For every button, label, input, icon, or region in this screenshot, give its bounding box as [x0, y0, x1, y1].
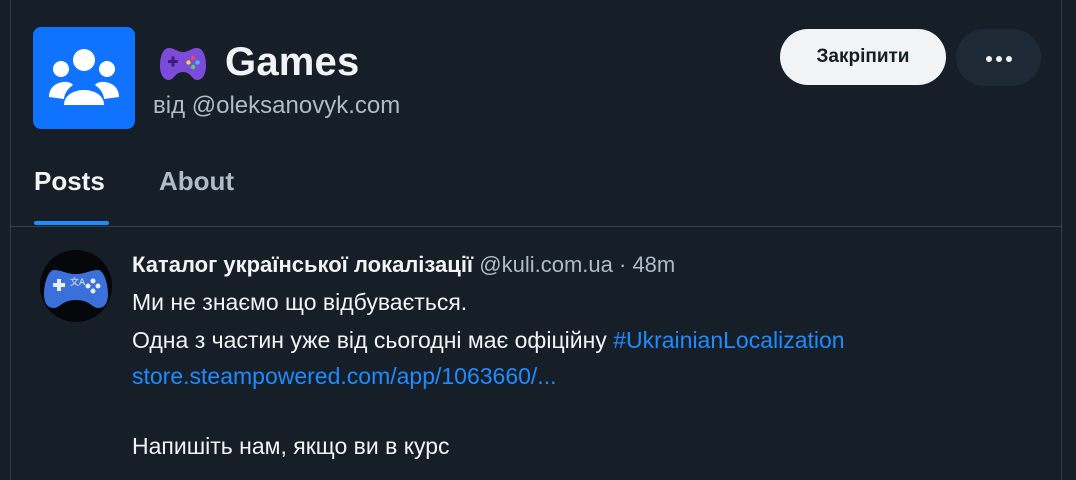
tab-bar: Posts About	[11, 150, 1061, 227]
post-text-segment: Одна з частин уже від сьогодні має офіці…	[132, 327, 607, 353]
feed-panel: Games від @oleksanovyk.com Закріпити Pos…	[10, 0, 1062, 480]
post-author-avatar[interactable]: 文A	[40, 250, 112, 322]
users-icon	[49, 49, 119, 105]
ellipsis-icon	[984, 50, 1014, 65]
tab-posts[interactable]: Posts	[34, 166, 105, 197]
more-options-button[interactable]	[956, 29, 1041, 86]
feed-avatar	[33, 27, 135, 129]
post-text-line: Ми не знаємо що відбувається.	[132, 289, 468, 315]
post-text-line: Напишіть нам, якщо ви в курс	[132, 433, 450, 459]
svg-text:文A: 文A	[70, 276, 86, 288]
post-hashtag-link[interactable]: #UkrainianLocalization	[613, 327, 844, 353]
feed-byline[interactable]: від @oleksanovyk.com	[153, 92, 400, 120]
pin-button[interactable]: Закріпити	[780, 29, 946, 85]
post-author-name[interactable]: Каталог української локалізації	[132, 252, 473, 277]
feed-title-row: Games	[159, 36, 359, 88]
post-text-line: Одна з частин уже від сьогодні має офіці…	[132, 327, 845, 354]
feed-title: Games	[225, 39, 360, 84]
post-header: Каталог української локалізації @kuli.co…	[132, 252, 675, 278]
post-separator: ·	[618, 252, 627, 277]
post-timestamp[interactable]: 48m	[632, 252, 675, 277]
tab-about[interactable]: About	[159, 166, 234, 197]
gamepad-icon	[160, 48, 206, 80]
active-tab-indicator	[34, 221, 109, 225]
post-author-handle[interactable]: @kuli.com.ua	[479, 252, 613, 277]
post-url-link[interactable]: store.steampowered.com/app/1063660/...	[132, 363, 556, 390]
gamepad-logo-icon: 文A	[40, 250, 112, 322]
